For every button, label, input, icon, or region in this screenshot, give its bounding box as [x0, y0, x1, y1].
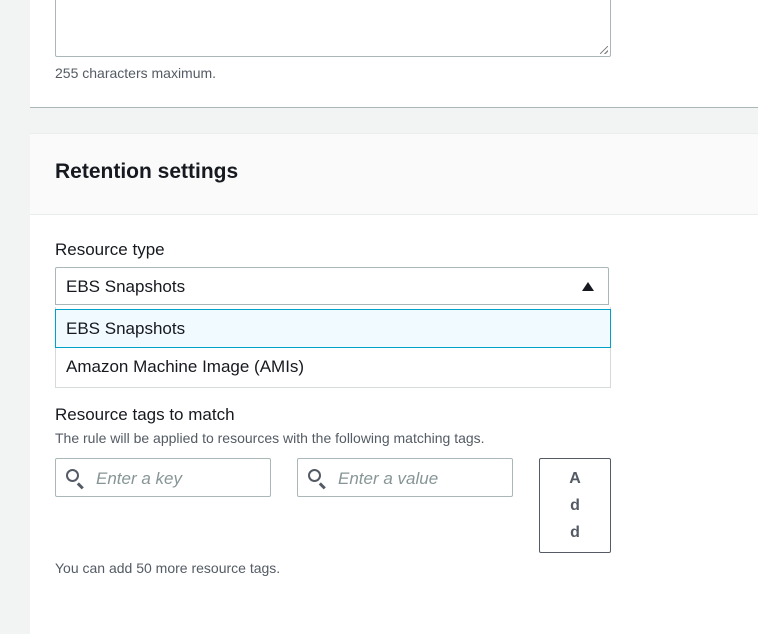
caret-up-icon: [582, 282, 594, 291]
retention-settings-section: Retention settings Resource type EBS Sna…: [30, 133, 758, 634]
search-icon: [66, 469, 79, 482]
select-value: EBS Snapshots: [66, 277, 186, 296]
retention-header: Retention settings: [30, 134, 758, 215]
search-icon: [308, 469, 321, 482]
tag-key-input[interactable]: Enter a key: [55, 458, 271, 497]
tag-key-placeholder: Enter a key: [96, 469, 182, 488]
description-section: 255 characters maximum.: [30, 0, 758, 108]
resize-handle[interactable]: [600, 46, 608, 54]
add-tag-button[interactable]: Add: [539, 458, 611, 553]
tags-limit-text: You can add 50 more resource tags.: [55, 560, 281, 576]
resource-type-label: Resource type: [55, 240, 165, 259]
add-button-label: Add: [569, 470, 581, 541]
description-textarea[interactable]: [55, 0, 611, 57]
resource-tags-label: Resource tags to match: [55, 405, 235, 424]
option-label: Amazon Machine Image (AMIs): [66, 357, 305, 376]
resource-type-select[interactable]: EBS Snapshots: [55, 267, 609, 305]
option-amis[interactable]: Amazon Machine Image (AMIs): [56, 348, 612, 387]
option-label: EBS Snapshots: [66, 319, 186, 338]
option-ebs-snapshots[interactable]: EBS Snapshots: [55, 309, 611, 348]
section-title: Retention settings: [55, 160, 239, 183]
resource-type-dropdown: EBS Snapshots Amazon Machine Image (AMIs…: [55, 307, 611, 388]
tag-value-placeholder: Enter a value: [338, 469, 439, 488]
tag-value-input[interactable]: Enter a value: [297, 458, 513, 497]
resource-tags-description: The rule will be applied to resources wi…: [55, 430, 485, 446]
description-hint: 255 characters maximum.: [55, 65, 217, 81]
